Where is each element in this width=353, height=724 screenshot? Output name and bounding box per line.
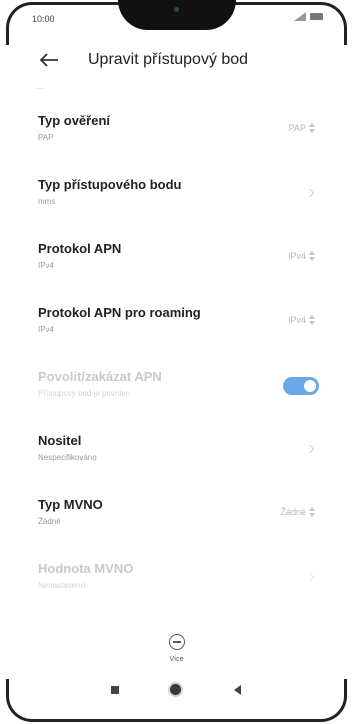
back-arrow-icon[interactable] xyxy=(38,50,60,70)
setting-apn-enable: Povolit/zakázat APN Přístupový bod je po… xyxy=(0,356,353,420)
setting-subtitle: IPv4 xyxy=(38,261,55,270)
setting-subtitle: IPv4 xyxy=(38,325,55,334)
signal-icon xyxy=(294,12,306,21)
partial-setting-value: ... xyxy=(36,81,44,91)
more-button[interactable]: Více xyxy=(0,634,353,663)
setting-spinner[interactable]: IPv4 xyxy=(288,315,315,325)
setting-apn-roaming-protocol[interactable]: Protokol APN pro roaming IPv4 IPv4 xyxy=(0,292,353,356)
apn-settings-list: Typ ověření PAP PAP Typ přístupového bod… xyxy=(0,100,353,612)
minus-circle-icon xyxy=(168,634,185,650)
setting-spinner[interactable]: IPv4 xyxy=(288,251,315,261)
setting-title: Protokol APN xyxy=(38,241,122,256)
setting-spinner[interactable]: PAP xyxy=(289,123,315,133)
setting-subtitle: mms xyxy=(38,197,56,206)
phone-frame-bottom xyxy=(6,679,347,722)
setting-title: Hodnota MVNO xyxy=(38,561,134,576)
setting-bearer[interactable]: Nositel Nespecifikováno xyxy=(0,420,353,484)
setting-subtitle: PAP xyxy=(38,133,54,142)
setting-subtitle: Nenastaveno xyxy=(38,581,86,590)
status-time: 10:00 xyxy=(32,14,55,24)
up-down-arrows-icon xyxy=(309,123,315,133)
setting-title: Nositel xyxy=(38,433,82,448)
setting-spinner[interactable]: Žádné xyxy=(280,507,315,517)
apn-enable-toggle[interactable] xyxy=(283,377,319,395)
more-label: Více xyxy=(169,656,184,663)
chevron-right-icon xyxy=(305,188,315,198)
up-down-arrows-icon xyxy=(309,507,315,517)
chevron-right-icon xyxy=(305,572,315,582)
setting-mvno-value: Hodnota MVNO Nenastaveno xyxy=(0,548,353,612)
setting-subtitle: Nespecifikováno xyxy=(38,453,97,462)
setting-auth-type[interactable]: Typ ověření PAP PAP xyxy=(0,100,353,164)
setting-apn-protocol[interactable]: Protokol APN IPv4 IPv4 xyxy=(0,228,353,292)
up-down-arrows-icon xyxy=(309,251,315,261)
setting-apn-type[interactable]: Typ přístupového bodu mms xyxy=(0,164,353,228)
up-down-arrows-icon xyxy=(309,315,315,325)
setting-mvno-type[interactable]: Typ MVNO Žádné Žádné xyxy=(0,484,353,548)
setting-title: Typ přístupového bodu xyxy=(38,177,182,192)
status-icons xyxy=(294,12,323,21)
camera-notch xyxy=(118,0,236,30)
setting-value: IPv4 xyxy=(287,251,306,261)
setting-title: Typ MVNO xyxy=(38,497,103,512)
phone-screen: 10:00 Upravit přístupový bod ... Typ ově… xyxy=(0,0,353,724)
setting-value: Žádné xyxy=(280,507,306,517)
page-title: Upravit přístupový bod xyxy=(88,51,249,68)
toggle-knob xyxy=(304,380,316,392)
app-header: Upravit přístupový bod xyxy=(0,42,353,78)
chevron-right-icon xyxy=(305,444,315,454)
setting-value: IPv4 xyxy=(287,315,306,325)
setting-title: Typ ověření xyxy=(38,113,111,128)
setting-subtitle: Přístupový bod je povolen xyxy=(38,389,131,398)
setting-value: PAP xyxy=(288,123,306,133)
front-camera-icon xyxy=(174,7,179,12)
setting-subtitle: Žádné xyxy=(38,517,61,526)
setting-title: Povolit/zakázat APN xyxy=(38,369,162,384)
setting-title: Protokol APN pro roaming xyxy=(38,305,201,320)
battery-icon xyxy=(310,13,323,20)
